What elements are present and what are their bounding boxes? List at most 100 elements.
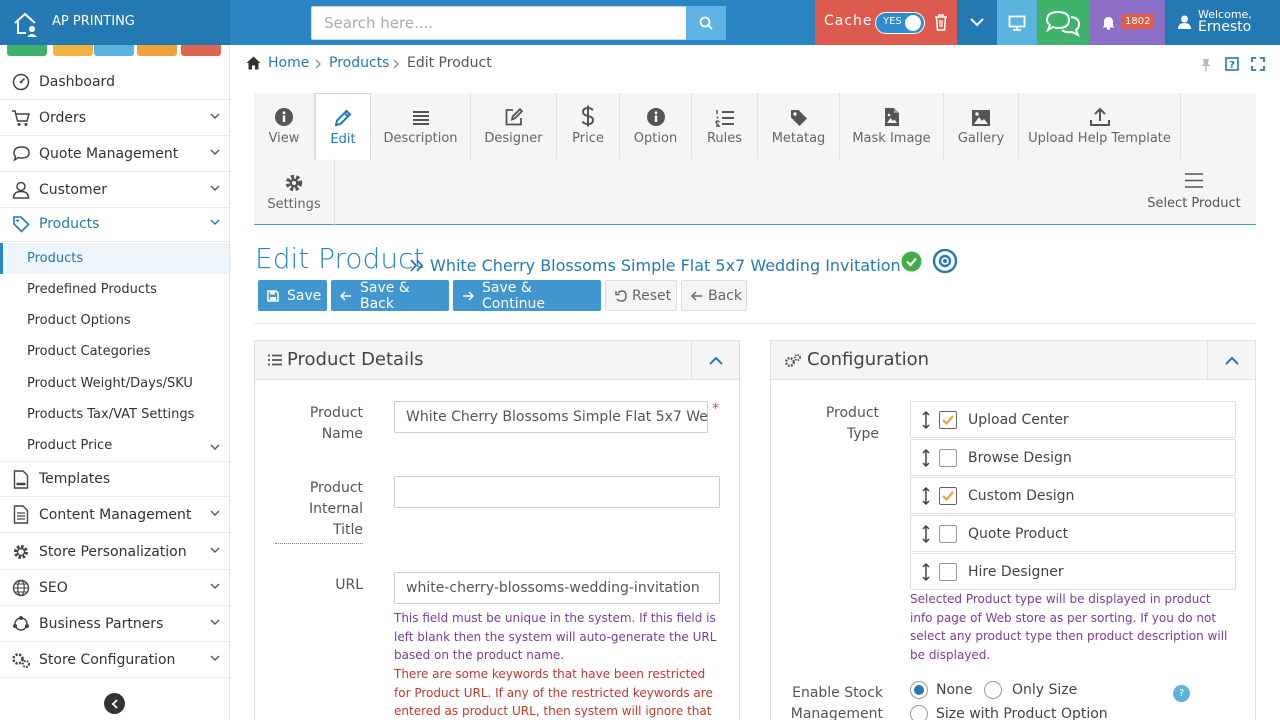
sidebar-item-business-partners[interactable]: Business Partners [0,606,229,642]
panel-collapse-button[interactable] [691,341,739,380]
radio-unselected[interactable] [910,705,928,720]
sidebar-subitem-product-weight[interactable]: Product Weight/Days/SKU [0,368,229,399]
drag-handle-icon[interactable] [922,410,930,429]
help-badge[interactable]: ? [1173,685,1190,702]
sidebar-subitem-predefined-products[interactable]: Predefined Products [0,274,229,305]
preview-eye-icon[interactable] [930,249,960,273]
product-type-quote-product[interactable]: Quote Product [910,515,1236,552]
panel-collapse-button[interactable] [1207,341,1255,380]
back-button[interactable]: Back [681,280,747,311]
select-product-button[interactable]: Select Product [1144,173,1244,211]
tab-option[interactable]: Option [620,93,692,159]
sidebar-item-products[interactable]: Products [0,206,229,242]
sidebar-item-templates[interactable]: Templates [0,461,229,497]
checkbox-checked[interactable] [939,410,957,429]
chat-button[interactable] [1037,0,1089,45]
search-input[interactable]: Search here.... [311,6,687,40]
quick-button-green[interactable] [7,45,47,56]
checkbox-unchecked[interactable] [939,524,957,543]
pin-icon[interactable] [1200,58,1212,72]
reset-button[interactable]: Reset [605,280,677,311]
tab-metatag[interactable]: Metatag [758,93,840,159]
notifications-button[interactable]: 1802 [1089,0,1165,45]
radio-selected[interactable] [910,681,928,699]
save-and-continue-button[interactable]: Save & Continue [453,280,601,312]
sidebar-item-customer[interactable]: Customer [0,172,229,208]
fullscreen-icon[interactable] [1251,57,1265,71]
tab-description[interactable]: Description [371,93,471,159]
search-button[interactable] [686,6,726,40]
stock-management-label: Enable Stock Management [790,685,883,720]
tab-view[interactable]: View [254,93,315,159]
product-name-title: White Cherry Blossoms Simple Flat 5x7 We… [430,256,901,275]
sidebar-item-label: Templates [39,471,111,487]
sidebar-item-orders[interactable]: Orders [0,100,229,136]
brand[interactable]: AP PRINTING [0,0,230,45]
internal-title-input[interactable] [394,476,720,508]
save-button[interactable]: Save [258,280,327,311]
double-chevron-right-icon [410,259,424,272]
drag-handle-icon[interactable] [922,562,930,581]
storefront-button[interactable] [997,0,1037,45]
panel-header: Configuration [771,341,1255,380]
cache-toggle[interactable]: YES [875,12,925,34]
gears-icon [784,353,802,368]
stock-option-none[interactable]: None [910,681,973,699]
tab-gallery[interactable]: Gallery [944,93,1019,159]
sidebar-item-label: Quote Management [39,145,179,162]
sidebar-subitem-product-options[interactable]: Product Options [0,305,229,336]
breadcrumb-products[interactable]: Products [329,55,389,71]
drag-handle-icon[interactable] [922,524,930,543]
quick-button-orange[interactable] [137,45,177,56]
sidebar-collapse-button[interactable] [104,693,125,714]
dropdown-button[interactable] [957,0,997,45]
checkbox-unchecked[interactable] [939,448,957,467]
sidebar-item-store-configuration[interactable]: Store Configuration [0,642,229,678]
radio-unselected[interactable] [984,681,1002,699]
stock-option-size-with-product-option[interactable]: Size with Product Option [910,705,1108,720]
drag-handle-icon[interactable] [922,448,930,467]
tab-rules[interactable]: Rules [692,93,758,159]
quick-button-red[interactable] [181,45,221,56]
sidebar-subitem-products-tax[interactable]: Products Tax/VAT Settings [0,399,229,430]
product-type-custom-design[interactable]: Custom Design [910,477,1236,514]
tab-edit[interactable]: Edit [315,93,371,160]
sidebar-subitem-label: Predefined Products [27,282,157,297]
product-type-browse-design[interactable]: Browse Design [910,439,1236,476]
tab-designer[interactable]: Designer [471,93,557,159]
tab-label: Gallery [957,131,1005,146]
tab-mask-image[interactable]: Mask Image [840,93,944,159]
sidebar-item-store-personalization[interactable]: Store Personalization [0,534,229,570]
dashboard-icon [9,73,33,91]
sidebar-subitem-product-price[interactable]: Product Price [0,430,229,461]
sidebar-item-content-management[interactable]: Content Management [0,497,229,533]
quick-button-yellow[interactable] [53,45,93,56]
tab-settings[interactable]: Settings [254,159,335,225]
sidebar-subitem-label: Products [27,251,84,266]
sidebar-subitem-products[interactable]: Products [0,243,229,274]
user-menu[interactable]: Welcome, Ernesto [1165,0,1280,45]
cache-control: Cache YES [815,0,957,45]
help-icon[interactable]: ? [1225,57,1239,71]
divider [254,323,1256,324]
sidebar-subitem-product-categories[interactable]: Product Categories [0,336,229,367]
checkbox-unchecked[interactable] [939,562,957,581]
tab-label: View [268,131,300,146]
save-and-back-button[interactable]: Save & Back [331,280,449,312]
product-type-hire-designer[interactable]: Hire Designer [910,553,1236,590]
product-name-input[interactable]: White Cherry Blossoms Simple Flat 5x7 We… [394,401,708,433]
stock-option-only-size[interactable]: Only Size [984,681,1077,699]
product-type-upload-center[interactable]: Upload Center [910,401,1236,438]
url-input[interactable]: white-cherry-blossoms-wedding-invitation [394,572,720,604]
checkbox-checked[interactable] [939,486,957,505]
sidebar-item-dashboard[interactable]: Dashboard [0,64,229,100]
tab-price[interactable]: Price [557,93,620,159]
sidebar-item-seo[interactable]: SEO [0,570,229,606]
drag-handle-icon[interactable] [922,486,930,505]
tab-upload-help-template[interactable]: Upload Help Template [1019,93,1181,159]
quick-button-blue[interactable] [94,45,134,56]
trash-icon[interactable] [933,13,949,31]
sidebar-item-quote-management[interactable]: Quote Management [0,136,229,172]
home-icon [246,56,261,70]
breadcrumb-home[interactable]: Home [268,55,309,71]
